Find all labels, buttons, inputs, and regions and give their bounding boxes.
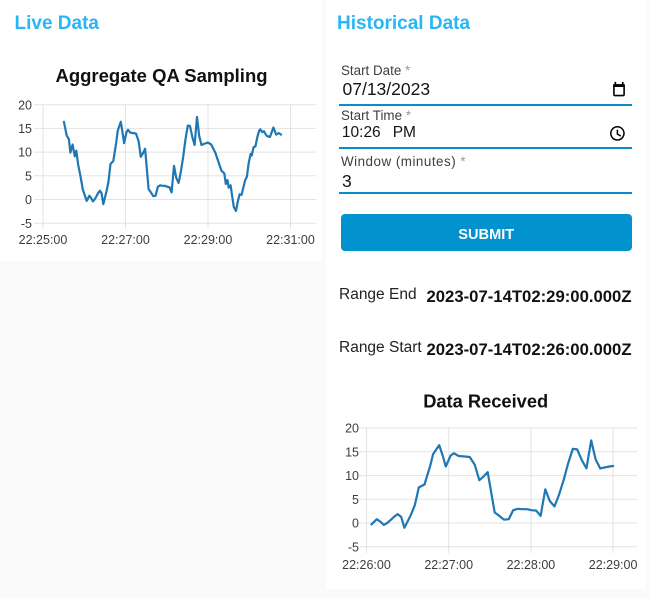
svg-text:0: 0 <box>25 193 32 207</box>
svg-text:Data Received: Data Received <box>423 391 548 412</box>
svg-text:10: 10 <box>18 146 32 160</box>
svg-text:10: 10 <box>345 469 359 483</box>
svg-text:20: 20 <box>345 422 359 436</box>
svg-text:0: 0 <box>352 517 359 531</box>
svg-text:22:29:00: 22:29:00 <box>184 233 233 247</box>
svg-text:5: 5 <box>25 169 32 183</box>
svg-text:20: 20 <box>18 98 32 112</box>
svg-text:22:27:00: 22:27:00 <box>101 233 150 247</box>
svg-text:22:25:00: 22:25:00 <box>19 233 68 247</box>
svg-text:22:28:00: 22:28:00 <box>507 558 556 572</box>
svg-text:22:29:00: 22:29:00 <box>589 558 638 572</box>
svg-text:22:27:00: 22:27:00 <box>424 558 473 572</box>
svg-text:15: 15 <box>345 445 359 459</box>
svg-text:22:26:00: 22:26:00 <box>342 558 391 572</box>
svg-text:-5: -5 <box>21 217 32 231</box>
svg-text:Aggregate QA Sampling: Aggregate QA Sampling <box>55 65 267 86</box>
svg-text:5: 5 <box>352 493 359 507</box>
svg-text:22:31:00: 22:31:00 <box>266 233 315 247</box>
svg-text:-5: -5 <box>348 540 359 554</box>
svg-text:15: 15 <box>18 122 32 136</box>
